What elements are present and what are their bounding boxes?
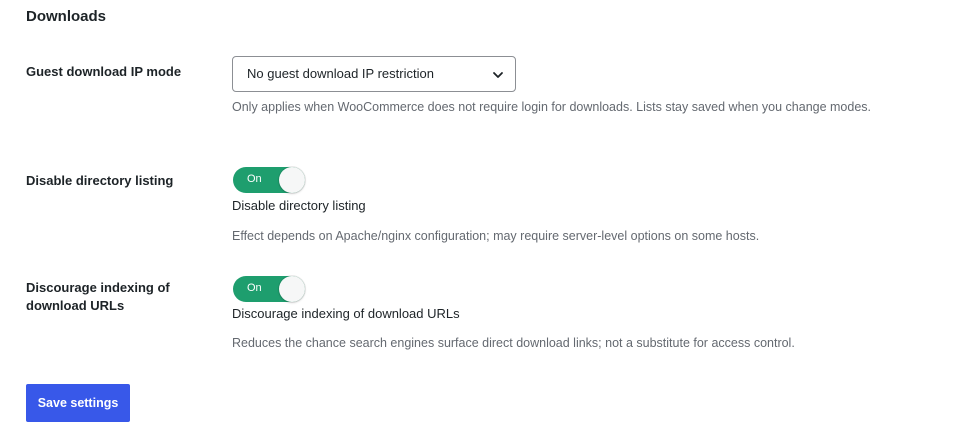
guest-ip-mode-selected-value: No guest download IP restriction (247, 66, 434, 81)
guest-ip-mode-label: Guest download IP mode (26, 64, 182, 79)
save-settings-button[interactable]: Save settings (26, 384, 130, 422)
guest-ip-mode-description: Only applies when WooCommerce does not r… (232, 100, 872, 114)
discourage-indexing-caption: Discourage indexing of download URLs (232, 306, 460, 321)
discourage-indexing-toggle-state: On (247, 282, 262, 294)
discourage-indexing-label: Discourage indexing of download URLs (26, 280, 170, 313)
chevron-down-icon (493, 72, 503, 78)
disable-listing-caption: Disable directory listing (232, 198, 366, 213)
toggle-knob (279, 167, 305, 193)
toggle-knob (279, 276, 305, 302)
section-title: Downloads (26, 8, 107, 25)
downloads-settings-page: Downloads Guest download IP mode No gues… (0, 0, 979, 434)
discourage-indexing-toggle[interactable]: On (233, 276, 305, 302)
disable-listing-toggle-state: On (247, 173, 262, 185)
discourage-indexing-description: Reduces the chance search engines surfac… (232, 336, 795, 350)
guest-ip-mode-select[interactable]: No guest download IP restriction (232, 56, 516, 92)
disable-listing-description: Effect depends on Apache/nginx configura… (232, 229, 760, 243)
disable-listing-toggle[interactable]: On (233, 167, 305, 193)
disable-listing-label: Disable directory listing (26, 173, 174, 188)
